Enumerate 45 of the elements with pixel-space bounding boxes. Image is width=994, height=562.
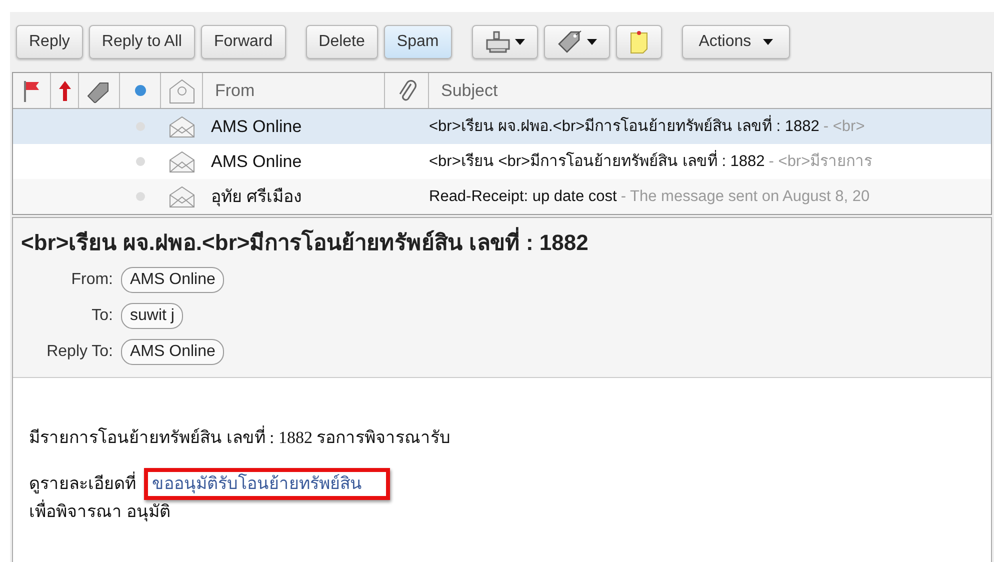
tag-menu-button[interactable] [544, 25, 610, 59]
field-label: Reply To: [46, 342, 114, 362]
toolbar-button[interactable]: Reply to All [88, 25, 195, 59]
actions-menu-button[interactable]: Actions [682, 25, 790, 59]
message-title: <br>เรียน ผจ.ฝพอ.<br>มีการโอนย้ายทรัพย์สิน เลขที่ : 1882 [21, 226, 983, 259]
contact-chip[interactable]: suwit j [121, 303, 184, 329]
subject-text: <br>เรียน <br>มีการโอนย้ายทรัพย์สิน เลขที่ : 1882 [429, 150, 765, 174]
message-row[interactable]: อุทัย ศรีเมือง Read-Receipt: up date cost - The message sent on August 8, 20 [13, 179, 991, 214]
column-header[interactable]: From [203, 73, 385, 108]
toolbar-button[interactable]: Delete [306, 25, 378, 59]
caret-icon [514, 39, 525, 45]
tag-icon [556, 30, 583, 54]
subject-text: Read-Receipt: up date cost [429, 186, 617, 207]
subject-text: <br>เรียน ผจ.ฝพอ.<br>มีการโอนย้ายทรัพย์สิน เลขที่ : 1882 [429, 114, 820, 138]
envelope-icon [169, 186, 195, 208]
body-text: เพื่อพิจารณา อนุมัติ [29, 500, 991, 524]
sticky-note-icon [628, 30, 649, 54]
toolbar-button[interactable]: Spam [384, 25, 452, 59]
body-text: ดูรายละเอียดที่ [29, 472, 136, 496]
caret-icon [763, 39, 774, 45]
priority-arrow-icon[interactable] [58, 80, 70, 100]
envelope-icon [169, 150, 195, 172]
approval-link[interactable]: ขออนุมัติรับโอนย้ายทรัพย์สิน [144, 468, 390, 500]
toolbar-button[interactable]: Reply [16, 25, 83, 59]
sender-text: AMS Online [210, 150, 303, 173]
caret-icon [586, 39, 597, 45]
flag-icon[interactable] [22, 80, 40, 102]
paperclip-icon[interactable] [396, 80, 416, 102]
field-label: To: [90, 306, 114, 326]
message-row[interactable]: AMS Online <br>เรียน ผจ.ฝพอ.<br>มีการโอนย้ายทรัพย์สิน เลขที่ : 1882 - <br> [13, 109, 991, 144]
note-button[interactable] [616, 25, 662, 59]
preview-text: - The message sent on August 8, 20 [620, 186, 870, 207]
field-label: From: [70, 270, 114, 290]
contact-chip[interactable]: AMS Online [121, 339, 224, 365]
preview-text: - <br> [823, 116, 865, 137]
body-text: มีรายการโอนย้ายทรัพย์สิน เลขที่ : 1882 รอการพิจารณารับ [29, 426, 991, 450]
contact-chip[interactable]: AMS Online [121, 267, 224, 293]
preview-text: - <br>มีรายการ [768, 152, 872, 172]
envelope-icon [169, 116, 195, 138]
print-menu-button[interactable] [472, 25, 538, 59]
printer-icon [484, 31, 511, 53]
toolbar-button[interactable]: Forward [200, 25, 286, 59]
column-header[interactable]: Subject [429, 73, 991, 108]
sender-text: อุทัย ศรีเมือง [210, 186, 303, 208]
sender-text: AMS Online [210, 116, 303, 138]
